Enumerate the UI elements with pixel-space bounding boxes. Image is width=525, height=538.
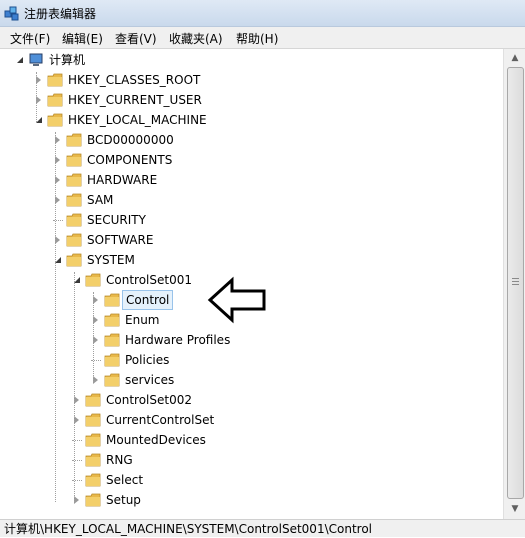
tree-node[interactable]: Hardware Profiles — [0, 330, 503, 350]
tree-node-label[interactable]: SOFTWARE — [84, 230, 156, 250]
folder-icon — [104, 353, 120, 367]
tree-node-label-selected[interactable]: Control — [122, 290, 174, 310]
tree-node-label[interactable]: Select — [103, 470, 146, 490]
tree-node-label[interactable]: Setup — [103, 490, 144, 510]
tree-node-label[interactable]: BCD00000000 — [84, 130, 177, 150]
folder-icon — [66, 193, 82, 207]
tree-node[interactable]: Policies — [0, 350, 503, 370]
tree-node[interactable]: HARDWARE — [0, 170, 503, 190]
tree-node[interactable]: Setup — [0, 490, 503, 510]
folder-icon — [85, 413, 101, 427]
vertical-scrollbar[interactable]: ▲ ▼ — [503, 49, 525, 519]
tree-node-label[interactable]: CurrentControlSet — [103, 410, 217, 430]
tree-node[interactable]: ControlSet002 — [0, 390, 503, 410]
tree-node[interactable]: Select — [0, 470, 503, 490]
computer-icon — [29, 53, 43, 66]
collapse-triangle-icon[interactable] — [17, 57, 23, 63]
folder-icon — [47, 73, 63, 87]
tree-node[interactable]: services — [0, 370, 503, 390]
tree-node-label[interactable]: Hardware Profiles — [122, 330, 233, 350]
grip-line — [512, 281, 519, 282]
tree-node[interactable]: MountedDevices — [0, 430, 503, 450]
tree-node-label[interactable]: HKEY_LOCAL_MACHINE — [65, 110, 210, 130]
tree-node-label[interactable]: 计算机 — [46, 50, 88, 70]
tree-node-label[interactable]: SYSTEM — [84, 250, 138, 270]
menu-help[interactable]: 帮助(H) — [236, 30, 278, 47]
folder-icon — [47, 93, 63, 107]
menu-favorites[interactable]: 收藏夹(A) — [169, 30, 223, 47]
tree-node[interactable]: SOFTWARE — [0, 230, 503, 250]
tree-node-label[interactable]: ControlSet001 — [103, 270, 195, 290]
tree-guide-line — [93, 292, 94, 382]
scrollbar-thumb[interactable] — [507, 67, 524, 499]
status-path: 计算机\HKEY_LOCAL_MACHINE\SYSTEM\ControlSet… — [4, 522, 372, 536]
folder-icon — [85, 473, 101, 487]
tree-node[interactable]: SYSTEM — [0, 250, 503, 270]
tree-node[interactable]: HKEY_LOCAL_MACHINE — [0, 110, 503, 130]
folder-icon — [66, 253, 82, 267]
menu-view[interactable]: 查看(V) — [115, 30, 157, 47]
tree-node-label[interactable]: Policies — [122, 350, 172, 370]
tree-node-label[interactable]: SAM — [84, 190, 116, 210]
title-bar: 注册表编辑器 — [0, 0, 525, 27]
tree-node[interactable]: SAM — [0, 190, 503, 210]
tree-node-label[interactable]: services — [122, 370, 177, 390]
folder-icon — [85, 393, 101, 407]
folder-icon — [85, 273, 101, 287]
tree-node[interactable]: RNG — [0, 450, 503, 470]
registry-editor-icon — [4, 6, 19, 21]
tree-node-label[interactable]: RNG — [103, 450, 136, 470]
tree-node[interactable]: SECURITY — [0, 210, 503, 230]
pointer-arrow-icon — [207, 276, 266, 324]
folder-icon — [104, 373, 120, 387]
folder-icon — [47, 113, 63, 127]
tree-node[interactable]: BCD00000000 — [0, 130, 503, 150]
tree-node[interactable]: HKEY_CURRENT_USER — [0, 90, 503, 110]
tree-node-label[interactable]: MountedDevices — [103, 430, 209, 450]
tree-node[interactable]: COMPONENTS — [0, 150, 503, 170]
tree-guide-line — [55, 132, 56, 502]
tree-node-label[interactable]: HKEY_CURRENT_USER — [65, 90, 205, 110]
menu-bar: 文件(F) 编辑(E) 查看(V) 收藏夹(A) 帮助(H) — [0, 27, 525, 49]
menu-file[interactable]: 文件(F) — [10, 30, 50, 47]
tree-node-label[interactable]: Enum — [122, 310, 162, 330]
folder-icon — [66, 173, 82, 187]
folder-icon — [66, 213, 82, 227]
tree-node-label[interactable]: HKEY_CLASSES_ROOT — [65, 70, 203, 90]
folder-icon — [85, 433, 101, 447]
tree-node-label[interactable]: ControlSet002 — [103, 390, 195, 410]
folder-icon — [85, 453, 101, 467]
folder-icon — [66, 233, 82, 247]
folder-icon — [66, 153, 82, 167]
menu-edit[interactable]: 编辑(E) — [62, 30, 103, 47]
tree-node-label[interactable]: HARDWARE — [84, 170, 160, 190]
folder-icon — [104, 293, 120, 307]
scroll-up-icon[interactable]: ▲ — [507, 50, 523, 66]
folder-icon — [85, 493, 101, 507]
tree-guide-line — [36, 72, 37, 122]
tree-node[interactable]: 计算机 — [0, 50, 503, 70]
scroll-down-icon[interactable]: ▼ — [507, 501, 523, 517]
tree-guide-line — [74, 272, 75, 502]
grip-line — [512, 278, 519, 279]
grip-line — [512, 284, 519, 285]
tree-node[interactable]: CurrentControlSet — [0, 410, 503, 430]
folder-icon — [104, 333, 120, 347]
status-bar: 计算机\HKEY_LOCAL_MACHINE\SYSTEM\ControlSet… — [0, 519, 525, 537]
folder-icon — [104, 313, 120, 327]
tree-node-label[interactable]: COMPONENTS — [84, 150, 175, 170]
folder-icon — [66, 133, 82, 147]
tree-node[interactable]: HKEY_CLASSES_ROOT — [0, 70, 503, 90]
window-title: 注册表编辑器 — [24, 7, 97, 21]
tree-node-label[interactable]: SECURITY — [84, 210, 149, 230]
